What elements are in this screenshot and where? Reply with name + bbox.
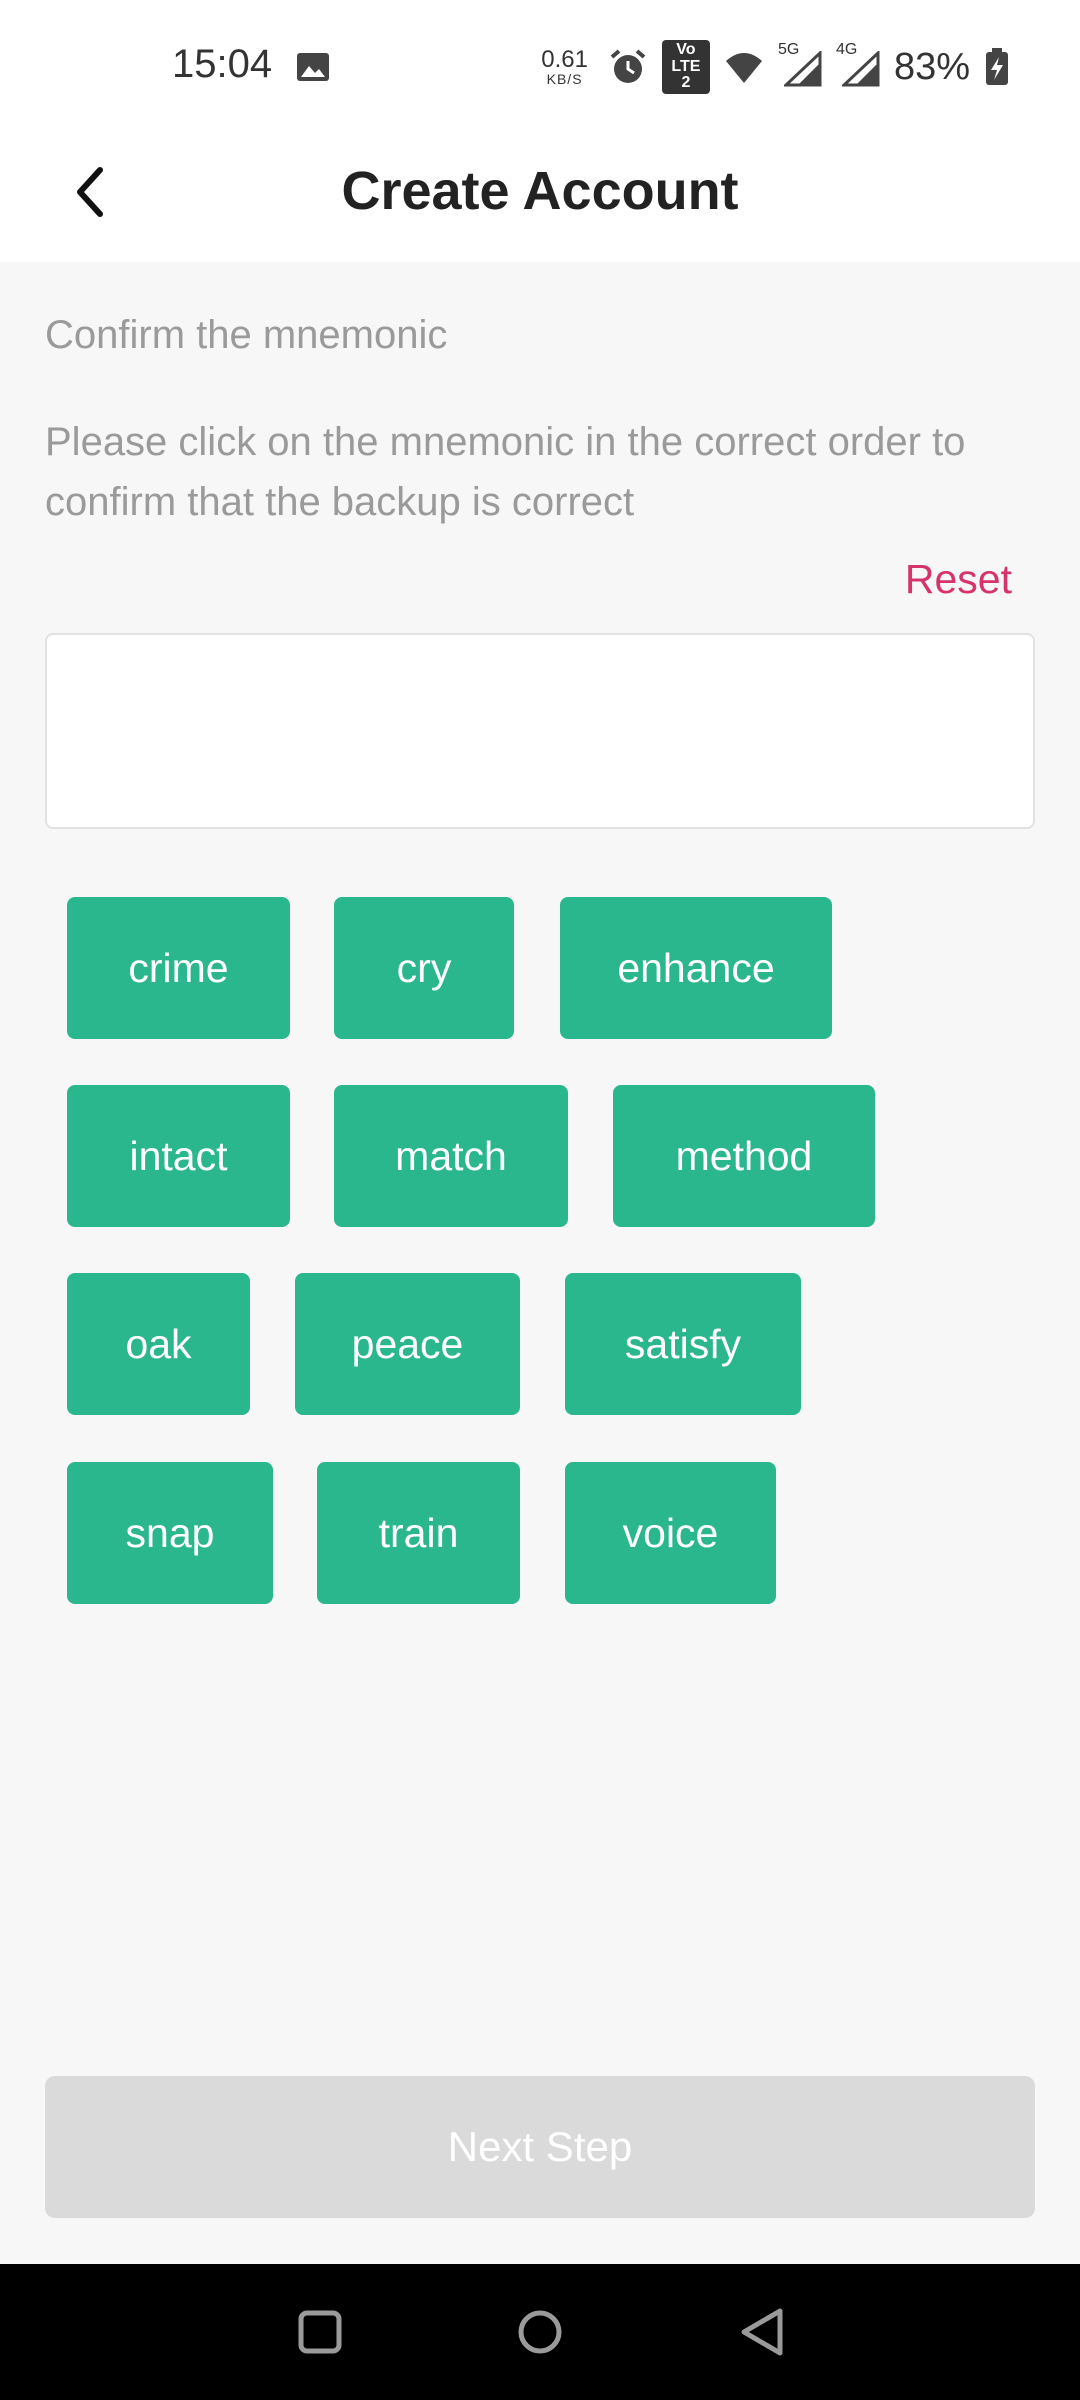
back-nav-button[interactable] bbox=[732, 2302, 792, 2362]
volte-line2: LTE 2 bbox=[671, 57, 701, 92]
word-chip[interactable]: match bbox=[334, 1085, 568, 1227]
back-icon bbox=[741, 2308, 783, 2356]
signal-bars-icon bbox=[783, 51, 822, 87]
reset-button[interactable]: Reset bbox=[905, 556, 1012, 603]
net-speed-unit: KB/S bbox=[546, 71, 583, 87]
word-chip[interactable]: crime bbox=[67, 897, 290, 1039]
word-chip[interactable]: oak bbox=[67, 1273, 250, 1415]
instructions-text: Please click on the mnemonic in the corr… bbox=[45, 420, 966, 524]
recents-icon bbox=[298, 2310, 342, 2354]
battery-charging-icon bbox=[986, 48, 1008, 85]
word-chip[interactable]: cry bbox=[334, 897, 514, 1039]
word-chip[interactable]: snap bbox=[67, 1462, 273, 1604]
system-nav-bar bbox=[0, 2264, 1080, 2400]
status-icons: 0.61 KB/S Vo LTE 2 5G 4G 83% bbox=[541, 39, 1010, 95]
word-chip[interactable]: enhance bbox=[560, 897, 832, 1039]
battery-percent: 83% bbox=[893, 45, 970, 88]
section-title: Confirm the mnemonic bbox=[45, 313, 448, 357]
net-speed-value: 0.61 bbox=[541, 46, 588, 73]
wifi-icon bbox=[725, 53, 762, 83]
status-time: 15:04 bbox=[172, 42, 273, 86]
signal-bars-icon bbox=[841, 51, 880, 87]
gallery-icon bbox=[297, 53, 329, 81]
net-speed: 0.61 KB/S bbox=[541, 46, 588, 87]
word-chip[interactable]: peace bbox=[295, 1273, 520, 1415]
selected-words-box[interactable] bbox=[45, 633, 1035, 829]
alarm-icon bbox=[610, 49, 646, 83]
app-header: Create Account bbox=[0, 130, 1080, 262]
home-icon bbox=[518, 2310, 562, 2354]
recents-button[interactable] bbox=[290, 2302, 350, 2362]
volte-icon: Vo LTE 2 bbox=[661, 39, 710, 95]
signal-5g-icon: 5G bbox=[778, 41, 822, 87]
next-step-button[interactable]: Next Step bbox=[45, 2076, 1035, 2218]
home-button[interactable] bbox=[510, 2302, 570, 2362]
word-chip[interactable]: voice bbox=[565, 1462, 776, 1604]
word-chip[interactable]: train bbox=[317, 1462, 520, 1604]
word-chip[interactable]: method bbox=[613, 1085, 875, 1227]
status-bar: 15:04 0.61 KB/S Vo LTE 2 5G 4G 83% bbox=[0, 0, 1080, 130]
volte-line1: Vo bbox=[676, 40, 696, 58]
word-chip[interactable]: satisfy bbox=[565, 1273, 801, 1415]
signal-4g-icon: 4G bbox=[836, 41, 880, 87]
word-chip[interactable]: intact bbox=[67, 1085, 290, 1227]
page-title: Create Account bbox=[341, 161, 739, 221]
